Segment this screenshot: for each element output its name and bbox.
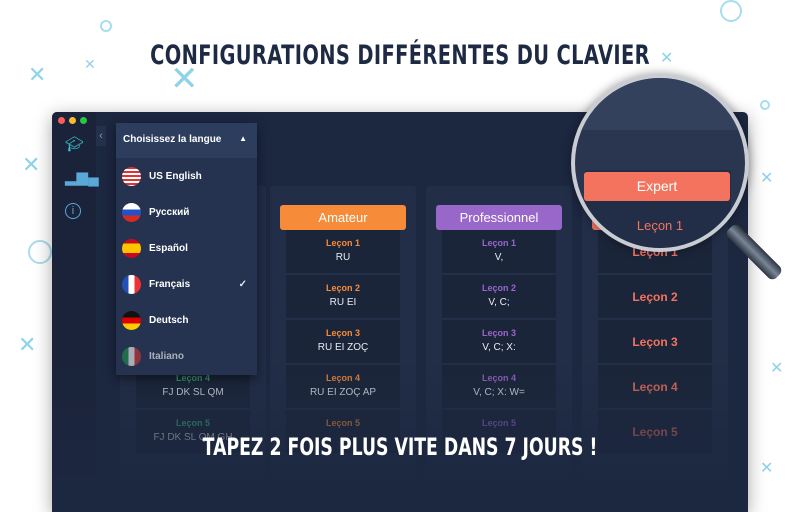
lesson-label: Leçon 3 [481, 328, 516, 338]
language-option[interactable]: Русский [116, 194, 257, 230]
lesson-label: Leçon 1 [481, 238, 516, 248]
lesson-row[interactable]: Leçon 4 V, C; X: W= [442, 365, 556, 409]
expert-lesson-1[interactable]: Leçon 1 [575, 218, 745, 233]
lesson-label: Leçon 3 [632, 335, 678, 349]
lesson-row[interactable]: Leçon 2 [598, 275, 712, 319]
dropdown-header[interactable]: Choisissez la langue ▲ [116, 123, 257, 158]
lesson-keys: V, C; X: W= [473, 387, 525, 398]
bar-chart-icon[interactable]: ▂▆▄ [65, 169, 99, 187]
language-label: Français [149, 278, 191, 290]
lesson-row[interactable]: Leçon 2 RU EI [286, 275, 400, 319]
language-option[interactable]: Italiano [116, 338, 257, 374]
lesson-row[interactable]: Leçon 1 RU [286, 230, 400, 274]
close-button[interactable] [58, 117, 65, 124]
flag-us-icon [122, 166, 141, 186]
level-button[interactable]: Amateur [280, 205, 406, 230]
tagline: TAPEZ 2 FOIS PLUS VITE DANS 7 JOURS ! [202, 433, 598, 461]
caret-up-icon: ▲ [239, 134, 247, 143]
lesson-label: Leçon 5 [481, 418, 516, 428]
flag-fr-icon [122, 274, 141, 294]
lesson-label: Leçon 2 [325, 283, 360, 293]
lesson-row[interactable]: Leçon 4 RU EI ZOÇ AP [286, 365, 400, 409]
lesson-row[interactable]: Leçon 2 V, C; [442, 275, 556, 319]
lesson-label: Leçon 1 [325, 238, 360, 248]
expert-button[interactable]: Expert [584, 172, 730, 201]
lesson-keys: RU EI ZOÇ [317, 342, 369, 353]
dropdown-title: Choisissez la langue [123, 134, 222, 145]
graduation-cap-icon[interactable]: 🎓︎ [65, 136, 84, 154]
zoom-button[interactable] [80, 117, 87, 124]
flag-es-icon [122, 238, 141, 258]
lesson-label: Leçon 4 [632, 380, 678, 394]
collapse-sidebar-button[interactable]: ‹ [96, 126, 106, 146]
lesson-label: Leçon 4 [325, 373, 360, 383]
flag-ru-icon [122, 202, 141, 222]
sidebar: 🎓︎ ▂▆▄ i [52, 112, 99, 512]
language-dropdown[interactable]: Choisissez la langue ▲ US English Русский… [116, 123, 257, 375]
language-label: Italiano [149, 350, 185, 362]
lesson-keys: FJ DK SL QM [162, 387, 224, 398]
lesson-row[interactable]: Leçon 4 [598, 365, 712, 409]
lesson-row[interactable]: Leçon 1 V, [442, 230, 556, 274]
lesson-keys: V, C; X: [482, 342, 516, 353]
language-label: Español [149, 242, 188, 254]
lesson-label: Leçon 2 [481, 283, 516, 293]
lesson-keys: V, C; [488, 297, 510, 308]
lesson-row[interactable]: Leçon 3 [598, 320, 712, 364]
level-column: Professionnel Leçon 1 V, Leçon 2 V, C; Leçon … [426, 186, 572, 512]
language-option[interactable]: Español [116, 230, 257, 266]
window-controls [58, 117, 87, 124]
lesson-label: Leçon 3 [325, 328, 360, 338]
level-button[interactable]: Professionnel [436, 205, 562, 230]
lesson-label: Leçon 5 [325, 418, 360, 428]
lesson-label: Leçon 2 [632, 290, 678, 304]
language-label: Русский [149, 206, 190, 218]
lesson-keys: RU EI [329, 297, 357, 308]
checkmark-icon: ✓ [238, 278, 247, 290]
info-icon[interactable]: i [65, 203, 81, 219]
lesson-label: Leçon 5 [175, 418, 210, 428]
minimize-button[interactable] [69, 117, 76, 124]
lesson-label: Leçon 4 [481, 373, 516, 383]
language-option[interactable]: Français ✓ [116, 266, 257, 302]
lesson-row[interactable]: Leçon 3 V, C; X: [442, 320, 556, 364]
language-label: US English [149, 170, 202, 182]
lesson-keys: RU EI ZOÇ AP [309, 387, 377, 398]
level-column: Amateur Leçon 1 RU Leçon 2 RU EI Leçon 3 RU EI… [270, 186, 416, 512]
flag-de-icon [122, 310, 141, 330]
flag-it-icon [122, 346, 141, 366]
headline: CONFIGURATIONS DIFFÉRENTES DU CLAVIER [150, 40, 650, 71]
language-option[interactable]: US English [116, 158, 257, 194]
language-option[interactable]: Deutsch [116, 302, 257, 338]
language-label: Deutsch [149, 314, 189, 326]
lesson-keys: RU [335, 252, 351, 263]
lesson-keys: V, [494, 252, 504, 263]
lesson-row[interactable]: Leçon 3 RU EI ZOÇ [286, 320, 400, 364]
magnifier-lens: Expert Leçon 1 [571, 74, 749, 252]
